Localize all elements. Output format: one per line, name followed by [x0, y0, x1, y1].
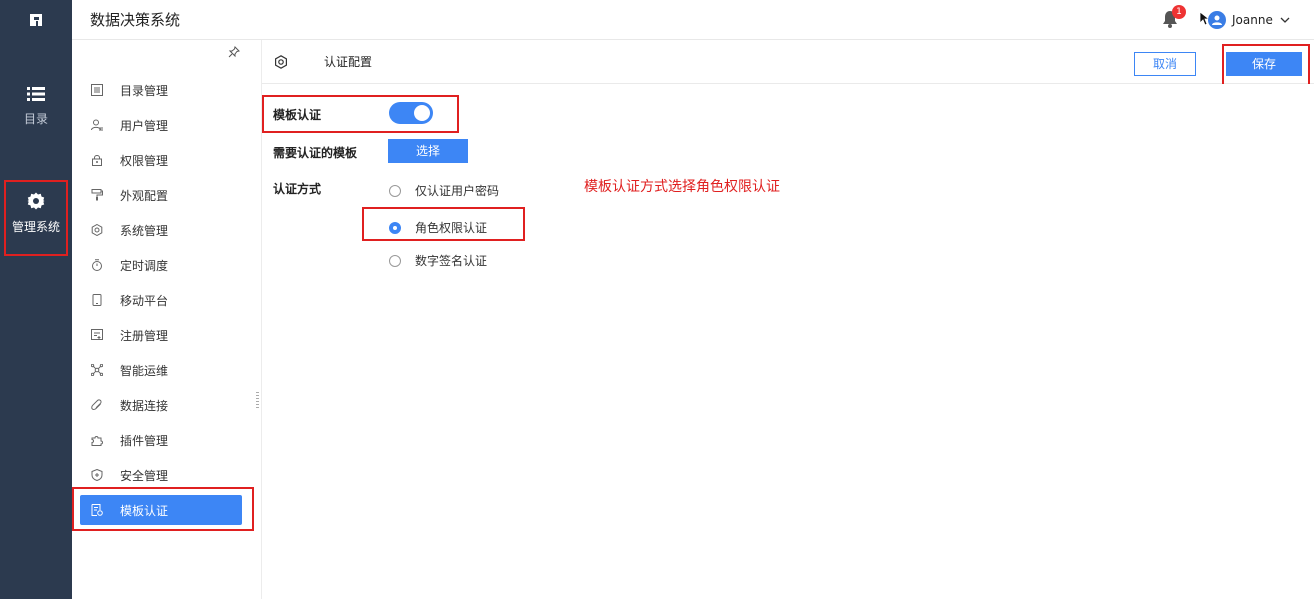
sidebar-item-registration[interactable]: 注册管理	[80, 320, 242, 350]
app-title: 数据决策系统	[90, 11, 181, 29]
puzzle-icon	[91, 436, 103, 446]
radio-password-only[interactable]: 仅认证用户密码	[389, 182, 499, 199]
settings-icon	[91, 224, 103, 236]
settings-icon	[275, 55, 287, 69]
mobile-icon	[92, 294, 102, 306]
page-title: 认证配置	[324, 55, 373, 69]
user-name[interactable]: Joanne	[1232, 0, 1273, 40]
sidebar-item-label: 外观配置	[120, 188, 169, 203]
highlight-box	[4, 180, 68, 256]
choose-template-button[interactable]: 选择	[388, 139, 468, 163]
highlight-box	[72, 487, 254, 531]
sidebar-item-system[interactable]: 系统管理	[80, 215, 242, 245]
sidebar-item-label: 移动平台	[120, 293, 169, 308]
sidebar-item-label: 安全管理	[120, 468, 169, 483]
radio-label: 仅认证用户密码	[415, 184, 500, 198]
sidebar-item-schedule[interactable]: 定时调度	[80, 250, 242, 280]
pin-icon[interactable]	[228, 46, 240, 58]
logo-icon	[30, 14, 42, 26]
shield-icon	[91, 469, 103, 481]
highlight-box	[362, 207, 525, 241]
auth-config-panel: 模板认证 需要认证的模板 选择 认证方式 仅认证用户密码 角色权限认证 数字签名…	[262, 84, 1314, 599]
avatar[interactable]	[1208, 11, 1226, 29]
sidebar-resize-handle[interactable]	[256, 392, 259, 408]
sidebar-item-catalog[interactable]: 目录管理	[80, 75, 242, 105]
timer-icon	[92, 259, 102, 271]
sidebar-item-label: 定时调度	[120, 258, 169, 273]
sidebar-item-label: 智能运维	[120, 363, 169, 378]
content-header: 认证配置 取消 保存	[262, 40, 1314, 84]
sidebar-item-data-connection[interactable]: 数据连接	[80, 390, 242, 420]
register-icon	[91, 329, 103, 340]
sidebar-item-mobile[interactable]: 移动平台	[80, 285, 242, 315]
user-icon	[1212, 15, 1222, 25]
sidebar-item-label: 插件管理	[120, 433, 169, 448]
sidebar-item-label: 注册管理	[120, 328, 169, 343]
highlight-box	[262, 95, 459, 133]
paint-roller-icon	[91, 189, 103, 201]
rail-item-label: 目录	[23, 112, 48, 126]
radio-circle	[389, 184, 401, 197]
chevron-down-icon[interactable]	[1280, 15, 1290, 25]
app-logo[interactable]	[0, 0, 72, 40]
notification-badge: 1	[1172, 5, 1186, 19]
main-rail: 目录 管理系统	[0, 40, 72, 599]
catalog-icon	[91, 84, 103, 96]
sidebar-item-users[interactable]: 用户管理	[80, 110, 242, 140]
cancel-button[interactable]: 取消	[1134, 52, 1196, 76]
sidebar-item-label: 系统管理	[120, 223, 169, 238]
radio-label: 数字签名认证	[415, 254, 488, 268]
radio-circle	[389, 254, 401, 267]
radio-digital-signature[interactable]: 数字签名认证	[389, 252, 487, 269]
paperclip-icon	[91, 399, 102, 410]
top-bar: 数据决策系统 1 Joanne	[0, 0, 1314, 40]
list-icon	[27, 87, 45, 101]
lock-icon	[92, 154, 102, 166]
sidebar-item-security[interactable]: 安全管理	[80, 460, 242, 490]
sidebar-item-label: 数据连接	[120, 398, 169, 413]
sidebar-item-plugins[interactable]: 插件管理	[80, 425, 242, 455]
sidebar-item-permissions[interactable]: 权限管理	[80, 145, 242, 175]
sidebar-item-appearance[interactable]: 外观配置	[80, 180, 242, 210]
network-icon	[91, 364, 103, 376]
sidebar-item-ops[interactable]: 智能运维	[80, 355, 242, 385]
sidebar-item-label: 用户管理	[120, 118, 169, 133]
annotation-note: 模板认证方式选择角色权限认证	[584, 179, 780, 195]
user-icon	[91, 119, 103, 131]
auth-method-label: 认证方式	[273, 182, 322, 196]
sidebar-item-label: 目录管理	[120, 83, 169, 98]
rail-item-catalog[interactable]: 目录	[0, 86, 72, 127]
templates-label: 需要认证的模板	[273, 146, 358, 160]
sidebar-item-label: 权限管理	[120, 153, 169, 168]
